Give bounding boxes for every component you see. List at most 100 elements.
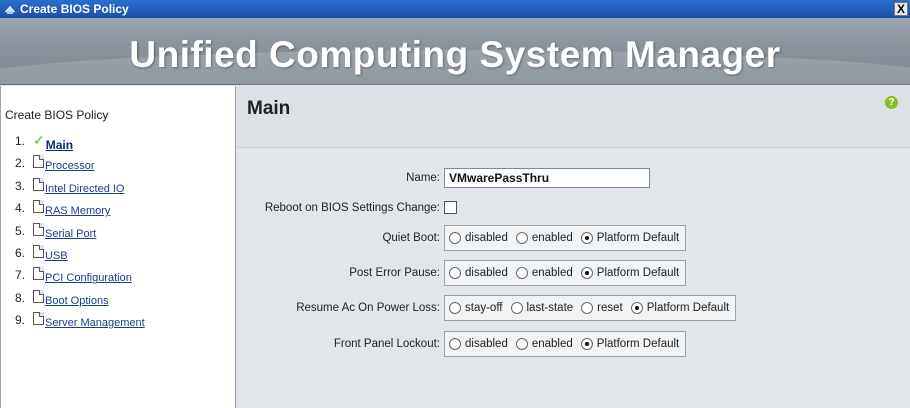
radio-circle[interactable] (449, 338, 461, 350)
radio-label: enabled (531, 232, 573, 244)
radio-circle[interactable] (449, 267, 461, 279)
quiet-boot-platform-default-radio[interactable]: Platform Default (580, 232, 680, 244)
step-link[interactable]: Intel Directed IO (45, 183, 124, 195)
front-panel-lockout-label: Front Panel Lockout: (333, 338, 440, 350)
radio-circle[interactable] (515, 232, 528, 244)
post-error-pause-radio-group: disabled enabled Platform Default (444, 260, 687, 286)
step-number: 4. (15, 201, 26, 216)
radio-circle-selected[interactable] (580, 232, 593, 244)
reboot-row: Reboot on BIOS Settings Change: (237, 201, 910, 214)
radio-circle[interactable] (581, 302, 594, 314)
radio-circle-selected[interactable] (580, 267, 593, 279)
step-link[interactable]: Boot Options (45, 295, 109, 307)
step-number: 9. (15, 313, 26, 328)
close-button[interactable]: X (894, 2, 908, 16)
quiet-boot-row: Quiet Boot: disabled enabled Platform De… (237, 225, 910, 251)
radio-label: Platform Default (596, 267, 680, 279)
wizard-step-server-management[interactable]: 9. Server Management (15, 312, 145, 335)
wizard-step-ras-memory[interactable]: 4. RAS Memory (15, 200, 145, 223)
radio-label: disabled (465, 267, 508, 279)
resume-ac-row: Resume Ac On Power Loss: stay-off last-s… (237, 295, 910, 321)
reboot-checkbox[interactable] (444, 201, 457, 214)
step-number: 2. (15, 156, 26, 171)
wizard-step-processor[interactable]: 2. Processor (15, 155, 145, 178)
wizard-step-intel-directed-io[interactable]: 3. Intel Directed IO (15, 177, 145, 201)
radio-circle[interactable] (515, 267, 528, 279)
resume-ac-stay-off-radio[interactable]: stay-off (449, 302, 503, 314)
radio-circle[interactable] (510, 302, 523, 314)
step-link[interactable]: Server Management (45, 317, 145, 329)
post-error-pause-label: Post Error Pause: (349, 267, 440, 279)
step-link[interactable]: Main (46, 138, 73, 152)
reboot-label: Reboot on BIOS Settings Change: (264, 201, 440, 214)
radio-label: enabled (531, 338, 573, 350)
document-icon (33, 312, 44, 326)
radio-circle-selected[interactable] (580, 338, 593, 350)
step-link[interactable]: PCI Configuration (45, 272, 132, 284)
radio-label: Platform Default (646, 302, 730, 314)
step-link[interactable]: USB (45, 250, 68, 262)
app-banner: Unified Computing System Manager (0, 18, 910, 85)
front-panel-lockout-platform-default-radio[interactable]: Platform Default (580, 338, 680, 350)
radio-label: Platform Default (596, 338, 680, 350)
resume-ac-platform-default-radio[interactable]: Platform Default (630, 302, 730, 314)
document-icon (33, 155, 44, 169)
radio-label: Platform Default (596, 232, 680, 244)
main-content: Main ? Name: Reboot on BIOS Settings Cha… (237, 86, 910, 408)
wizard-step-list: 1. ✓ Main 2. Processor 3. Intel Directed… (15, 132, 145, 336)
step-number: 7. (15, 268, 26, 283)
document-icon (33, 267, 44, 281)
post-error-pause-enabled-radio[interactable]: enabled (515, 267, 573, 279)
document-icon (33, 244, 44, 258)
document-icon (33, 222, 44, 236)
step-number: 1. (15, 134, 26, 148)
front-panel-lockout-radio-group: disabled enabled Platform Default (444, 331, 687, 357)
radio-label: last-state (526, 302, 574, 314)
wizard-step-usb[interactable]: 6. USB (15, 244, 145, 268)
step-link[interactable]: Serial Port (45, 228, 96, 240)
wizard-step-pci-configuration[interactable]: 7. PCI Configuration (15, 267, 145, 290)
wizard-step-serial-port[interactable]: 5. Serial Port (15, 222, 145, 246)
page-title: Main (247, 98, 291, 119)
quiet-boot-label: Quiet Boot: (382, 232, 440, 244)
checkmark-icon: ✓ (33, 132, 45, 148)
radio-circle[interactable] (449, 302, 461, 314)
quiet-boot-radio-group: disabled enabled Platform Default (444, 225, 687, 251)
help-icon[interactable]: ? (885, 96, 898, 109)
name-label: Name: (406, 172, 440, 184)
radio-circle[interactable] (515, 338, 528, 350)
app-icon (4, 3, 16, 15)
radio-label: disabled (465, 232, 508, 244)
front-panel-lockout-enabled-radio[interactable]: enabled (515, 338, 573, 350)
wizard-steps-panel: Create BIOS Policy 1. ✓ Main 2. Processo… (0, 86, 236, 408)
document-icon (33, 289, 44, 303)
window-title-bar: Create BIOS Policy X (0, 0, 910, 18)
wizard-step-boot-options[interactable]: 8. Boot Options (15, 289, 145, 313)
document-icon (33, 177, 44, 191)
front-panel-lockout-row: Front Panel Lockout: disabled enabled Pl… (237, 331, 910, 357)
step-link[interactable]: Processor (45, 160, 95, 172)
quiet-boot-disabled-radio[interactable]: disabled (449, 232, 508, 244)
window-title: Create BIOS Policy (20, 2, 129, 16)
step-link[interactable]: RAS Memory (45, 205, 110, 217)
resume-ac-reset-radio[interactable]: reset (581, 302, 623, 314)
step-number: 6. (15, 245, 26, 260)
wizard-heading: Create BIOS Policy (5, 108, 109, 122)
name-input[interactable] (444, 168, 650, 188)
post-error-pause-disabled-radio[interactable]: disabled (449, 267, 508, 279)
post-error-pause-row: Post Error Pause: disabled enabled Platf… (237, 260, 910, 286)
post-error-pause-platform-default-radio[interactable]: Platform Default (580, 267, 680, 279)
quiet-boot-enabled-radio[interactable]: enabled (515, 232, 573, 244)
wizard-step-main[interactable]: 1. ✓ Main (15, 132, 145, 156)
step-number: 8. (15, 290, 26, 305)
radio-label: disabled (465, 338, 508, 350)
resume-ac-radio-group: stay-off last-state reset Platform Defau… (444, 295, 737, 321)
front-panel-lockout-disabled-radio[interactable]: disabled (449, 338, 508, 350)
resume-ac-label: Resume Ac On Power Loss: (296, 302, 440, 314)
radio-circle-selected[interactable] (630, 302, 643, 314)
radio-circle[interactable] (449, 232, 461, 244)
banner-title: Unified Computing System Manager (129, 34, 781, 75)
radio-label: reset (597, 302, 623, 314)
resume-ac-last-state-radio[interactable]: last-state (510, 302, 574, 314)
radio-label: enabled (531, 267, 573, 279)
